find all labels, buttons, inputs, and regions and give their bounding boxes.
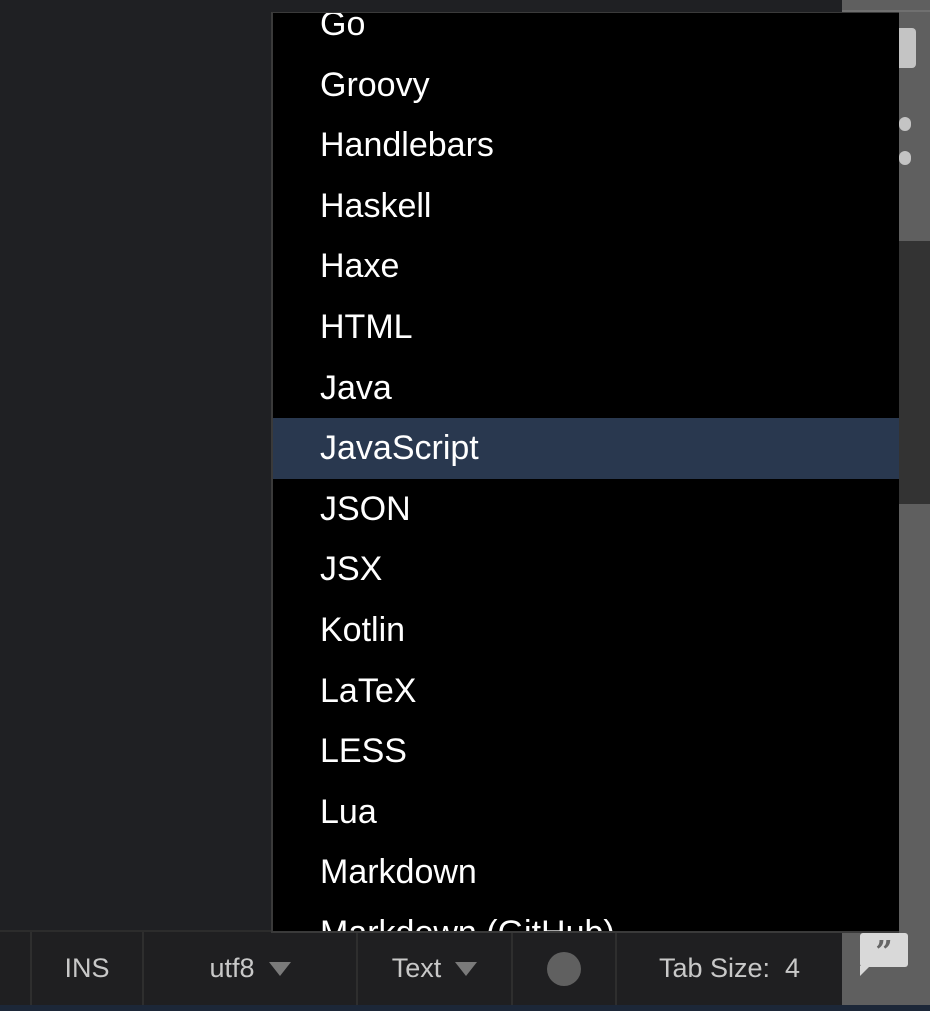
- status-dot-icon: [547, 951, 581, 986]
- encoding-label: utf8: [209, 953, 255, 983]
- menu-item-lua[interactable]: Lua: [273, 782, 899, 843]
- language-label: Text: [391, 953, 442, 983]
- status-bar: INS utf8 Text Tab Size: 4: [0, 930, 842, 1005]
- menu-item-less[interactable]: LESS: [273, 721, 899, 782]
- menu-item-java[interactable]: Java: [273, 358, 899, 419]
- menu-item-markdown[interactable]: Markdown: [273, 842, 899, 903]
- feedback-button[interactable]: ”: [842, 930, 930, 1005]
- menu-item-latex[interactable]: LaTeX: [273, 661, 899, 722]
- menu-item-haskell[interactable]: Haskell: [273, 176, 899, 237]
- menu-item-json[interactable]: JSON: [273, 479, 899, 540]
- menu-item-jsx[interactable]: JSX: [273, 539, 899, 600]
- lint-status[interactable]: [511, 932, 615, 1005]
- language-dropdown-menu[interactable]: Go Groovy Handlebars Haskell Haxe HTML Java Jav…: [271, 12, 899, 933]
- menu-item-handlebars[interactable]: Handlebars: [273, 115, 899, 176]
- chevron-down-icon: [268, 961, 291, 976]
- status-left-spacer: INS: [30, 932, 142, 1005]
- encoding-select[interactable]: utf8: [142, 932, 356, 1005]
- menu-item-groovy[interactable]: Groovy: [273, 55, 899, 116]
- tab-size-label: Tab Size:: [658, 953, 770, 983]
- menu-item-kotlin[interactable]: Kotlin: [273, 600, 899, 661]
- dots-icon-1[interactable]: [899, 117, 911, 131]
- quote-bubble-icon: ”: [860, 933, 908, 976]
- bottom-border: [0, 1005, 930, 1011]
- insert-mode[interactable]: INS: [64, 953, 109, 984]
- tab-size-value: 4: [785, 953, 801, 983]
- chevron-down-icon: [455, 961, 478, 976]
- menu-item-javascript[interactable]: JavaScript: [273, 418, 899, 479]
- tab-size-select[interactable]: Tab Size: 4: [615, 932, 842, 1005]
- menu-item-html[interactable]: HTML: [273, 297, 899, 358]
- language-select[interactable]: Text: [356, 932, 511, 1005]
- menu-item-go[interactable]: Go: [273, 13, 899, 55]
- menu-item-markdown-github[interactable]: Markdown (GitHub): [273, 903, 899, 931]
- language-list: Go Groovy Handlebars Haskell Haxe HTML Java Jav…: [273, 13, 899, 931]
- dots-icon-2[interactable]: [899, 151, 911, 165]
- menu-item-haxe[interactable]: Haxe: [273, 236, 899, 297]
